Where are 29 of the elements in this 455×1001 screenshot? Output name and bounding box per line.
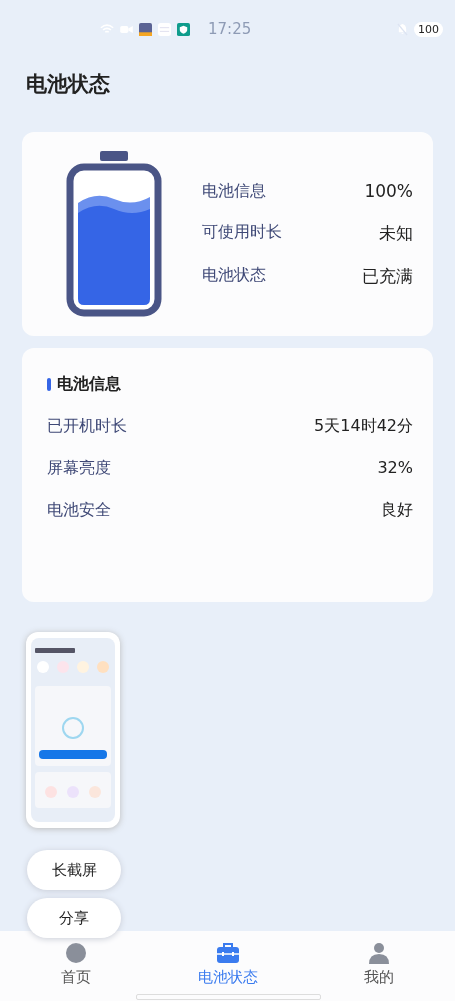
nav-tab[interactable]: 电池状态 <box>151 941 304 987</box>
detail-label: 电池安全 <box>47 500 111 521</box>
battery-level: 100 <box>414 21 443 37</box>
info-value: 未知 <box>379 221 413 245</box>
toolbox-icon <box>215 941 240 965</box>
info-label: 可使用时长 <box>202 221 282 243</box>
long-screenshot-button[interactable]: 长截屏 <box>27 850 121 890</box>
info-label: 电池信息 <box>202 180 266 202</box>
info-value: 100% <box>364 180 413 202</box>
status-time: 17:25 <box>208 20 252 38</box>
detail-value: 良好 <box>381 500 413 521</box>
person-icon <box>367 941 392 965</box>
detail-label: 已开机时长 <box>47 416 127 437</box>
detail-value: 5天14时42分 <box>314 416 413 437</box>
info-value: 已充满 <box>362 264 413 288</box>
info-label: 电池状态 <box>202 264 266 286</box>
accent-bar <box>47 378 51 391</box>
nav-tab[interactable]: 我的 <box>303 941 455 987</box>
detail-value: 32% <box>377 458 413 479</box>
share-button[interactable]: 分享 <box>27 898 121 938</box>
page-title: 电池状态 <box>26 71 111 98</box>
app-icon <box>139 22 152 36</box>
bell-off-icon <box>397 22 408 36</box>
section-heading: 电池信息 <box>57 374 121 395</box>
detail-label: 屏幕亮度 <box>47 458 111 479</box>
screenshot-thumbnail[interactable] <box>26 632 120 828</box>
storage-icon <box>158 22 171 36</box>
shield-icon <box>177 22 190 36</box>
nav-tab[interactable]: 首页 <box>0 941 152 987</box>
